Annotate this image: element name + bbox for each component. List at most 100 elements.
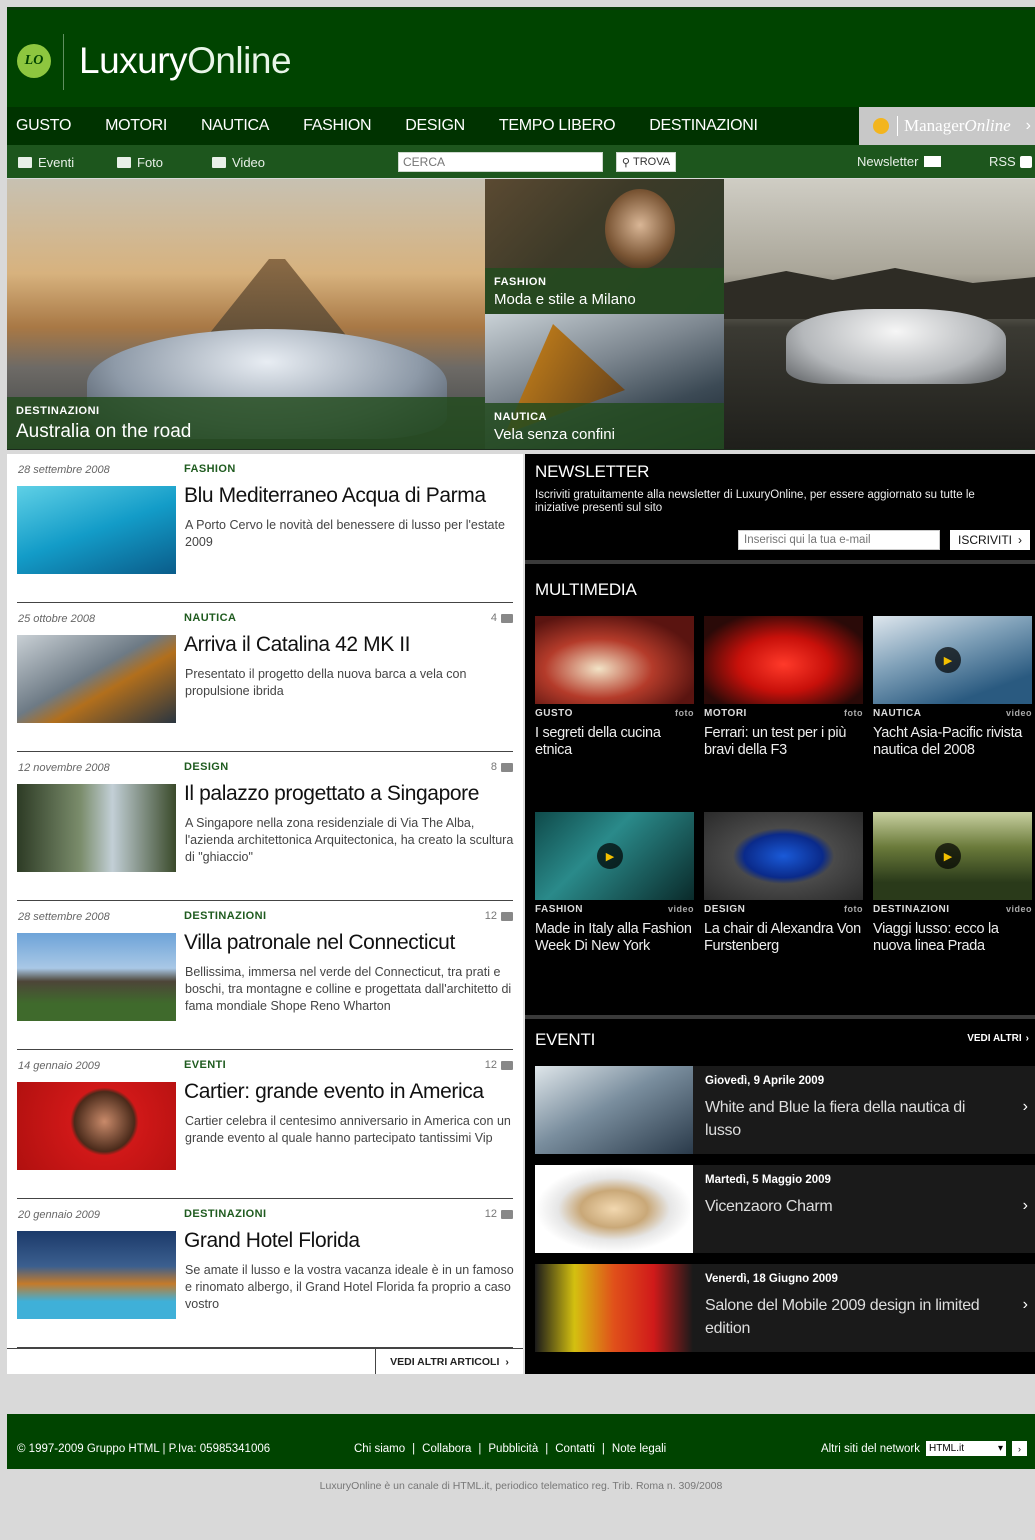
nav-fashion[interactable]: FASHION bbox=[294, 117, 382, 135]
play-icon[interactable]: ▶ bbox=[935, 843, 961, 869]
multimedia-title-text[interactable]: Viaggi lusso: ecco la nuova linea Prada bbox=[873, 921, 1032, 955]
more-articles-label: VEDI ALTRI ARTICOLI bbox=[390, 1355, 500, 1368]
multimedia-thumbnail[interactable] bbox=[535, 616, 694, 704]
comment-count[interactable]: 12 bbox=[485, 1059, 513, 1071]
rss-link-label: RSS bbox=[989, 154, 1016, 169]
logo-badge[interactable]: LO bbox=[17, 44, 51, 78]
article-thumbnail[interactable] bbox=[17, 784, 176, 872]
subnav-foto[interactable]: Foto bbox=[117, 155, 163, 170]
site-logo[interactable]: LuxuryOnline bbox=[79, 40, 292, 82]
article-thumbnail[interactable] bbox=[17, 1082, 176, 1170]
article-desc: A Singapore nella zona residenziale di V… bbox=[185, 816, 514, 864]
hero-main-title[interactable]: Australia on the road bbox=[16, 421, 476, 443]
subnav-foto-label: Foto bbox=[137, 155, 164, 170]
multimedia-thumbnail[interactable]: ▶ bbox=[535, 812, 694, 900]
article-title[interactable]: Villa patronale nel Connecticut bbox=[184, 931, 455, 955]
subnav-video[interactable]: Video bbox=[212, 155, 265, 170]
article-title[interactable]: Il palazzo progettato a Singapore bbox=[184, 782, 479, 806]
multimedia-title-text[interactable]: La chair di Alexandra Von Furstenberg bbox=[704, 921, 863, 955]
event-thumbnail[interactable] bbox=[535, 1165, 693, 1253]
chevron-right-icon[interactable]: › bbox=[1023, 1098, 1028, 1116]
multimedia-category: NAUTICA bbox=[873, 708, 922, 719]
chevron-right-icon: › bbox=[1025, 1033, 1029, 1044]
event-title[interactable]: White and Blue la fiera della nautica di… bbox=[705, 1096, 1005, 1142]
event-thumbnail[interactable] bbox=[535, 1066, 693, 1154]
network-select[interactable]: HTML.it ▾ bbox=[926, 1441, 1006, 1456]
article-title[interactable]: Arriva il Catalina 42 MK II bbox=[184, 633, 411, 657]
more-articles-button[interactable]: VEDI ALTRI ARTICOLI › bbox=[375, 1349, 523, 1374]
chevron-right-icon[interactable]: › bbox=[1023, 1296, 1028, 1314]
event-item[interactable]: Martedì, 5 Maggio 2009 Vicenzaoro Charm … bbox=[535, 1165, 1035, 1253]
multimedia-title-text[interactable]: Made in Italy alla Fashion Week Di New Y… bbox=[535, 921, 694, 955]
event-title[interactable]: Salone del Mobile 2009 design in limited… bbox=[705, 1294, 1005, 1340]
comment-count[interactable]: 8 bbox=[491, 761, 513, 773]
multimedia-thumbnail[interactable] bbox=[704, 616, 863, 704]
event-thumbnail[interactable] bbox=[535, 1264, 693, 1352]
hero-side-image[interactable] bbox=[724, 179, 1035, 449]
subnav-eventi[interactable]: Eventi bbox=[18, 155, 74, 170]
multimedia-thumbnail[interactable]: ▶ bbox=[873, 812, 1032, 900]
comment-count[interactable]: 4 bbox=[491, 612, 513, 624]
multimedia-item[interactable]: MOTORI foto Ferrari: un test per i più br… bbox=[704, 616, 863, 759]
multimedia-item[interactable]: GUSTO foto I segreti della cucina etnica bbox=[535, 616, 694, 759]
event-item[interactable]: Giovedì, 9 Aprile 2009 White and Blue la… bbox=[535, 1066, 1035, 1154]
newsletter-subscribe-button[interactable]: ISCRIVITI › bbox=[950, 530, 1030, 550]
network-label: Altri siti del network bbox=[820, 1442, 920, 1455]
nav-gusto[interactable]: GUSTO bbox=[7, 117, 82, 135]
nav-destinazioni[interactable]: DESTINAZIONI bbox=[640, 117, 768, 135]
manager-online-link[interactable]: ManagerOnline › bbox=[859, 107, 1035, 145]
hero-fashion-title[interactable]: Moda e stile a Milano bbox=[494, 291, 715, 308]
nav-design[interactable]: DESIGN bbox=[396, 117, 476, 135]
hero-nautica-title[interactable]: Vela senza confini bbox=[494, 426, 715, 443]
newsletter-email-input[interactable] bbox=[738, 530, 940, 550]
article-category[interactable]: NAUTICA bbox=[184, 612, 236, 624]
article-thumbnail[interactable] bbox=[17, 1231, 176, 1319]
article-category[interactable]: DESIGN bbox=[184, 761, 229, 773]
article-title[interactable]: Cartier: grande evento in America bbox=[184, 1080, 484, 1104]
comment-count[interactable]: 12 bbox=[485, 1208, 513, 1220]
search-button[interactable]: ⚲ TROVA bbox=[616, 152, 676, 172]
article-category[interactable]: DESTINAZIONI bbox=[184, 1208, 266, 1220]
nav-motori[interactable]: MOTORI bbox=[96, 117, 178, 135]
nav-tempo-libero[interactable]: TEMPO LIBERO bbox=[490, 117, 626, 135]
play-icon[interactable]: ▶ bbox=[597, 843, 623, 869]
multimedia-thumbnail[interactable] bbox=[704, 812, 863, 900]
multimedia-thumbnail[interactable]: ▶ bbox=[873, 616, 1032, 704]
article-title[interactable]: Grand Hotel Florida bbox=[184, 1229, 360, 1253]
nav-nautica[interactable]: NAUTICA bbox=[192, 117, 280, 135]
sidebar: NEWSLETTER Iscriviti gratuitamente alla … bbox=[525, 454, 1035, 1374]
network-go-button[interactable]: › bbox=[1012, 1441, 1027, 1456]
footer-link-pubblicita[interactable]: Pubblicità bbox=[488, 1443, 538, 1455]
article-thumbnail[interactable] bbox=[17, 635, 176, 723]
multimedia-item[interactable]: ▶ FASHION video Made in Italy alla Fashio… bbox=[535, 812, 694, 955]
multimedia-item[interactable]: DESIGN foto La chair di Alexandra Von Fur… bbox=[704, 812, 863, 955]
search-input[interactable] bbox=[398, 152, 603, 172]
multimedia-item[interactable]: ▶ DESTINAZIONI video Viaggi lusso: ecco l… bbox=[873, 812, 1032, 955]
article-thumbnail[interactable] bbox=[17, 933, 176, 1021]
chevron-right-icon[interactable]: › bbox=[1023, 1197, 1028, 1215]
newsletter-link[interactable]: Newsletter bbox=[857, 154, 942, 169]
hero-nautica[interactable]: NAUTICA Vela senza confini bbox=[485, 314, 724, 449]
footer-link-chi-siamo[interactable]: Chi siamo bbox=[354, 1443, 405, 1455]
play-icon[interactable]: ▶ bbox=[935, 647, 961, 673]
hero-fashion[interactable]: FASHION Moda e stile a Milano bbox=[485, 179, 724, 314]
calendar-icon bbox=[18, 157, 32, 168]
comment-count[interactable]: 12 bbox=[485, 910, 513, 922]
multimedia-title-text[interactable]: Yacht Asia-Pacific rivista nautica del 2… bbox=[873, 725, 1032, 759]
article-category[interactable]: EVENTI bbox=[184, 1059, 226, 1071]
event-item[interactable]: Venerdì, 18 Giugno 2009 Salone del Mobil… bbox=[535, 1264, 1035, 1352]
hero-main[interactable]: DESTINAZIONI Australia on the road bbox=[7, 179, 485, 449]
rss-link[interactable]: RSS bbox=[989, 154, 1032, 169]
multimedia-title-text[interactable]: Ferrari: un test per i più bravi della F… bbox=[704, 725, 863, 759]
article-category[interactable]: FASHION bbox=[184, 463, 236, 475]
article-category[interactable]: DESTINAZIONI bbox=[184, 910, 266, 922]
eventi-more-link[interactable]: VEDI ALTRI › bbox=[967, 1033, 1029, 1044]
article-title[interactable]: Blu Mediterraneo Acqua di Parma bbox=[184, 484, 486, 508]
footer-link-contatti[interactable]: Contatti bbox=[555, 1443, 595, 1455]
footer-link-note-legali[interactable]: Note legali bbox=[612, 1443, 666, 1455]
article-thumbnail[interactable] bbox=[17, 486, 176, 574]
event-title[interactable]: Vicenzaoro Charm bbox=[705, 1195, 1005, 1218]
multimedia-title-text[interactable]: I segreti della cucina etnica bbox=[535, 725, 694, 759]
multimedia-item[interactable]: ▶ NAUTICA video Yacht Asia-Pacific rivist… bbox=[873, 616, 1032, 759]
footer-link-collabora[interactable]: Collabora bbox=[422, 1443, 471, 1455]
